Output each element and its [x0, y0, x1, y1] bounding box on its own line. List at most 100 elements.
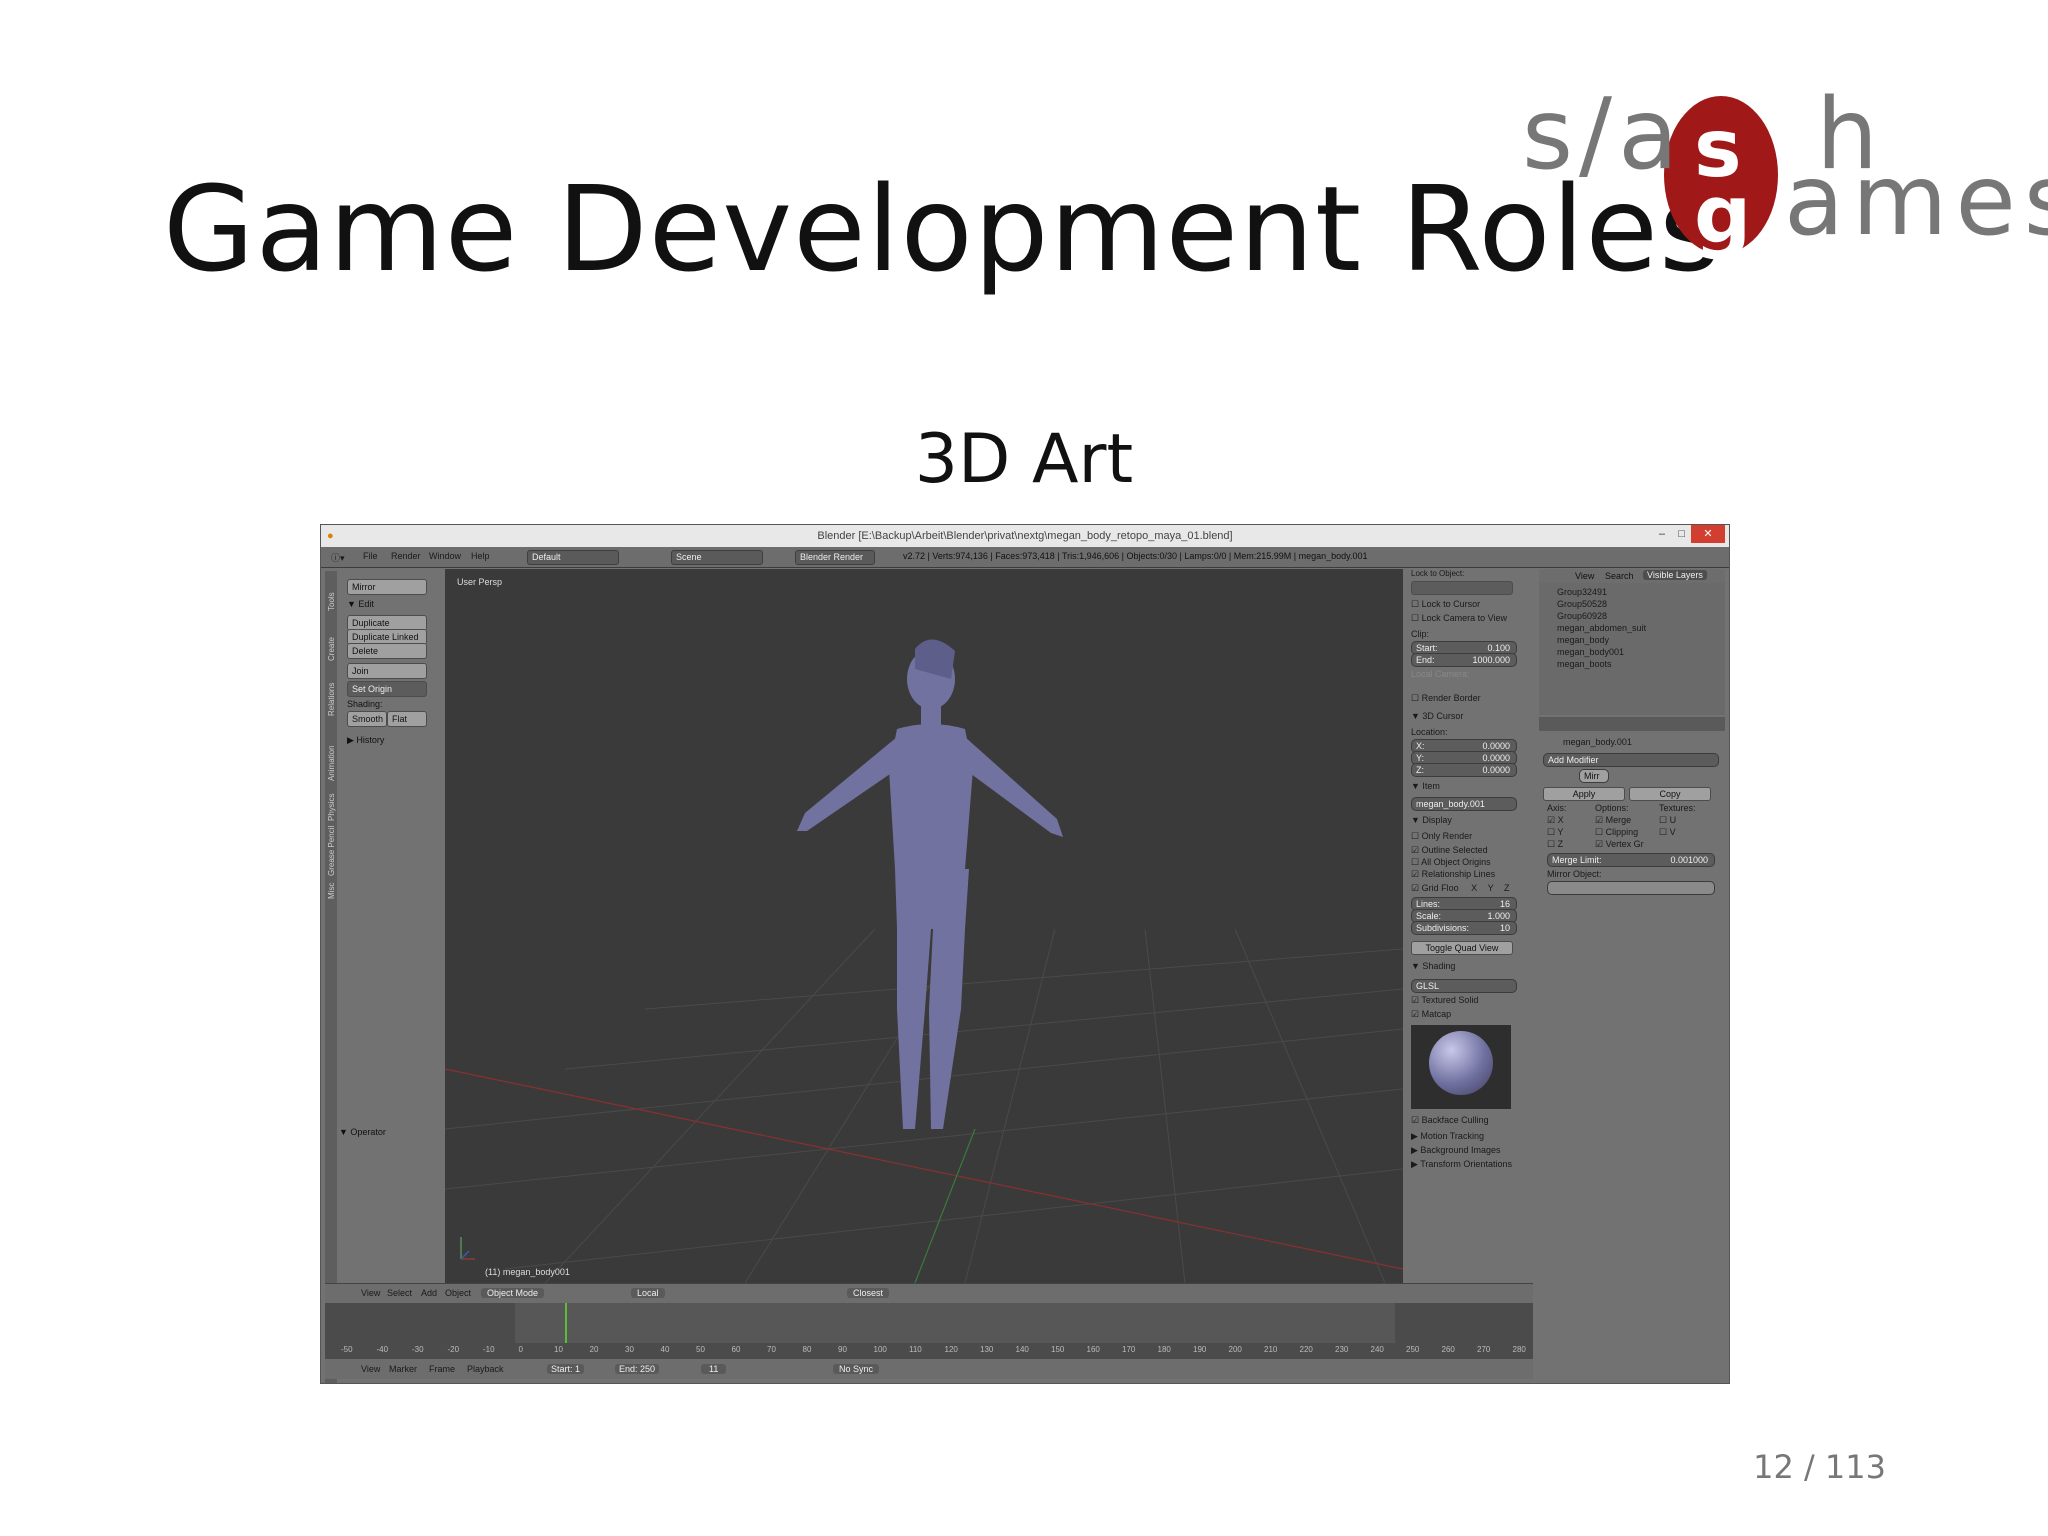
mirror-object-field[interactable] — [1547, 881, 1715, 895]
grid-subdivisions-field[interactable]: Subdivisions: 10 — [1411, 921, 1517, 935]
clip-end-field[interactable]: End: 1000.000 — [1411, 653, 1517, 667]
flat-button[interactable]: Flat — [387, 711, 427, 727]
matcap-preview[interactable] — [1411, 1025, 1511, 1109]
snap-target-select[interactable]: Closest — [847, 1288, 890, 1298]
end-frame-field[interactable]: End: 250 — [615, 1364, 660, 1374]
lock-cursor-checkbox[interactable]: ☐ Lock to Cursor — [1411, 599, 1480, 610]
delete-button[interactable]: Delete — [347, 643, 427, 659]
object-menu[interactable]: Object — [445, 1288, 471, 1298]
maximize-icon[interactable]: □ — [1678, 525, 1685, 543]
axis-y-checkbox[interactable]: ☐ Y — [1547, 827, 1563, 838]
render-border-checkbox[interactable]: ☐ Render Border — [1411, 693, 1481, 704]
shading-mode-select[interactable]: GLSL — [1411, 979, 1517, 993]
clipping-checkbox[interactable]: ☐ Clipping — [1595, 827, 1638, 838]
lock-camera-checkbox[interactable]: ☐ Lock Camera to View — [1411, 613, 1507, 624]
outliner-item[interactable]: Group50528 — [1557, 599, 1607, 609]
grid-axis-z[interactable]: Z — [1504, 883, 1510, 893]
transform-orientation-select[interactable]: Local — [631, 1288, 665, 1298]
grid-floor-checkbox[interactable]: ☑ Grid Floo X Y Z — [1411, 883, 1510, 894]
outliner-item[interactable]: megan_body001 — [1557, 647, 1624, 657]
display-header[interactable]: ▼ Display — [1411, 815, 1452, 825]
relationship-lines-checkbox[interactable]: ☑ Relationship Lines — [1411, 869, 1495, 880]
item-name-field[interactable]: megan_body.001 — [1411, 797, 1517, 811]
history-header[interactable]: ▶ History — [347, 735, 384, 746]
outliner-display-mode[interactable]: Visible Layers — [1643, 570, 1707, 580]
scene-select[interactable]: Scene — [671, 550, 763, 565]
mirror-button[interactable]: Mirror — [347, 579, 427, 595]
matcap-label: Matcap — [1421, 1009, 1452, 1019]
editor-type-icon[interactable]: ⓘ▾ — [331, 551, 345, 564]
merge-checkbox[interactable]: ☑ Merge — [1595, 815, 1631, 826]
menu-help[interactable]: Help — [471, 551, 490, 561]
properties-tabs[interactable] — [1539, 717, 1725, 731]
textured-solid-checkbox[interactable]: ☑ Textured Solid — [1411, 995, 1478, 1006]
vertex-groups-checkbox[interactable]: ☑ Vertex Gr — [1595, 839, 1644, 850]
shading-header[interactable]: ▼ Shading — [1411, 961, 1455, 971]
matcap-checkbox[interactable]: ☑ Matcap — [1411, 1009, 1451, 1020]
grid-axis-y[interactable]: Y — [1488, 883, 1494, 893]
all-origins-checkbox[interactable]: ☐ All Object Origins — [1411, 857, 1491, 868]
modifier-apply-button[interactable]: Apply — [1543, 787, 1625, 801]
item-header[interactable]: ▼ Item — [1411, 781, 1440, 791]
3d-viewport[interactable]: User Persp (11) megan_body001 — [445, 569, 1403, 1283]
motion-tracking-header[interactable]: ▶ Motion Tracking — [1411, 1131, 1484, 1142]
texture-u-checkbox[interactable]: ☐ U — [1659, 815, 1676, 826]
add-menu[interactable]: Add — [421, 1288, 437, 1298]
outliner-view-menu[interactable]: View — [1575, 571, 1594, 581]
current-frame-field[interactable]: 11 — [701, 1364, 727, 1374]
outliner-item[interactable]: Group32491 — [1557, 587, 1607, 597]
set-origin-select[interactable]: Set Origin — [347, 681, 427, 697]
minimize-icon[interactable]: – — [1659, 525, 1665, 543]
toolshelf-tabs[interactable]: Tools Create Relations Animation Physics… — [325, 571, 337, 1383]
cursor-z-field[interactable]: Z: 0.0000 — [1411, 763, 1517, 777]
toggle-quad-view-button[interactable]: Toggle Quad View — [1411, 941, 1513, 955]
background-images-header[interactable]: ▶ Background Images — [1411, 1145, 1500, 1156]
sync-mode-select[interactable]: No Sync — [833, 1364, 880, 1374]
mode-select[interactable]: Object Mode — [481, 1288, 545, 1298]
outline-selected-checkbox[interactable]: ☑ Outline Selected — [1411, 845, 1488, 856]
add-modifier-select[interactable]: Add Modifier — [1543, 753, 1719, 767]
axis-z-checkbox[interactable]: ☐ Z — [1547, 839, 1563, 850]
timeline-frame-menu[interactable]: Frame — [429, 1364, 455, 1374]
timeline[interactable]: -50 -40 -30 -20 -10 0 10 20 30 40 50 60 70 80 90 100 110… — [325, 1303, 1533, 1359]
modifier-copy-button[interactable]: Copy — [1629, 787, 1711, 801]
merge-limit-field[interactable]: Merge Limit: 0.001000 — [1547, 853, 1715, 867]
end-frame-value: 250 — [640, 1364, 656, 1374]
cursor-x-label: X: — [1416, 741, 1425, 751]
outliner-item[interactable]: megan_boots — [1557, 659, 1612, 669]
view-menu[interactable]: View — [361, 1288, 380, 1298]
join-button[interactable]: Join — [347, 663, 427, 679]
outliner-item[interactable]: Group60928 — [1557, 611, 1607, 621]
timeline-view-menu[interactable]: View — [361, 1364, 380, 1374]
menu-render[interactable]: Render — [391, 551, 421, 561]
timeline-marker-menu[interactable]: Marker — [389, 1364, 417, 1374]
timeline-playhead[interactable] — [565, 1303, 567, 1343]
start-frame-field[interactable]: Start: 1 — [547, 1364, 585, 1374]
3d-cursor-header[interactable]: ▼ 3D Cursor — [1411, 711, 1463, 721]
grid-axis-x[interactable]: X — [1471, 883, 1477, 893]
outliner-search-menu[interactable]: Search — [1605, 571, 1634, 581]
smooth-button[interactable]: Smooth — [347, 711, 387, 727]
lock-object-field[interactable] — [1411, 581, 1513, 595]
logo-text-ames: ames — [1784, 144, 2048, 258]
layout-select[interactable]: Default — [527, 550, 619, 565]
timeline-playback-menu[interactable]: Playback — [467, 1364, 504, 1374]
close-icon[interactable]: ✕ — [1691, 525, 1725, 543]
modifier-name-field[interactable]: Mirr — [1579, 769, 1609, 783]
outliner-item[interactable]: megan_abdomen_suit — [1557, 623, 1646, 633]
tab-create: Create — [327, 636, 336, 661]
properties-editor: megan_body.001 Add Modifier Mirr Apply C… — [1539, 717, 1725, 1367]
select-menu[interactable]: Select — [387, 1288, 412, 1298]
edit-header[interactable]: ▼ Edit — [347, 599, 374, 609]
texture-v-checkbox[interactable]: ☐ V — [1659, 827, 1676, 838]
menu-window[interactable]: Window — [429, 551, 461, 561]
operator-header[interactable]: ▼ Operator — [339, 1127, 386, 1137]
menu-file[interactable]: File — [363, 551, 378, 561]
render-engine-select[interactable]: Blender Render — [795, 550, 875, 565]
backface-culling-checkbox[interactable]: ☑ Backface Culling — [1411, 1115, 1489, 1126]
transform-orientations-header[interactable]: ▶ Transform Orientations — [1411, 1159, 1512, 1170]
only-render-checkbox[interactable]: ☐ Only Render — [1411, 831, 1472, 842]
clipping-label: Clipping — [1605, 827, 1639, 837]
outliner-item[interactable]: megan_body — [1557, 635, 1609, 645]
axis-x-checkbox[interactable]: ☑ X — [1547, 815, 1564, 826]
